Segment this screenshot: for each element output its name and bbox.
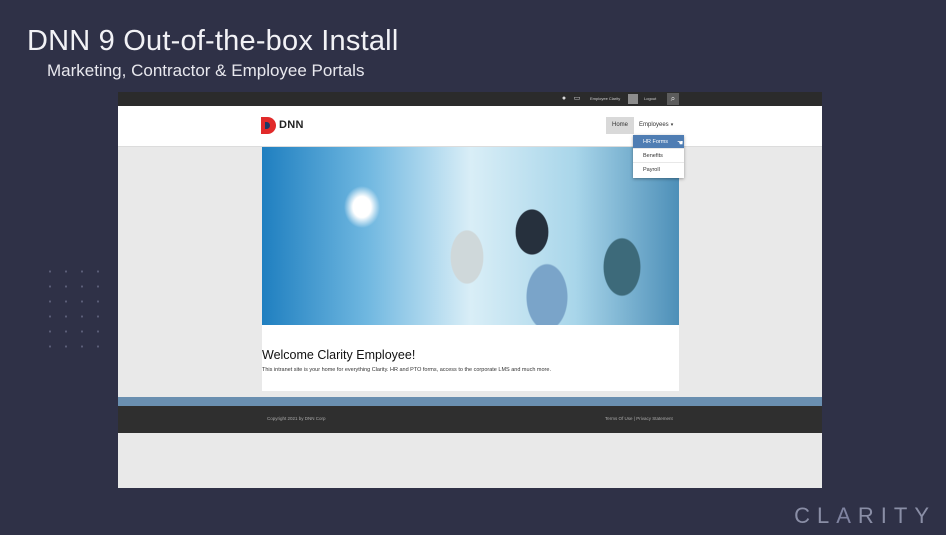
intro-text: This intranet site is your home for ever…: [262, 367, 551, 373]
nav-employees[interactable]: Employees ▾: [639, 117, 683, 134]
dnn-logo-mark-icon: [261, 117, 276, 134]
footer-links: Terms Of Use | Privacy Statement: [605, 416, 673, 421]
main-content: Welcome Clarity Employee! This intranet …: [262, 147, 679, 391]
search-button[interactable]: ⌕: [667, 93, 679, 105]
dnn-logo-text: DNN: [279, 119, 304, 131]
clarity-brand-logo: CLARITY: [794, 503, 936, 528]
site-footer: Copyright 2021 by DNN Corp Terms Of Use …: [118, 406, 822, 433]
welcome-heading: Welcome Clarity Employee!: [262, 348, 416, 362]
nav-employees-label: Employees: [639, 122, 669, 128]
menu-item-benefits[interactable]: Benefits: [633, 149, 684, 163]
logout-link[interactable]: Logout: [644, 95, 656, 103]
website-screenshot: ● ▭ Employee Clarity Logout ⌕ DNN Home E…: [118, 92, 822, 488]
decorative-dot-grid: [42, 264, 112, 348]
slide-title: DNN 9 Out-of-the-box Install: [27, 25, 399, 57]
dnn-logo[interactable]: DNN: [261, 117, 307, 134]
nav-home[interactable]: Home: [606, 117, 634, 134]
footer-accent-stripe: [118, 397, 822, 406]
privacy-statement-link[interactable]: Privacy Statement: [636, 416, 673, 421]
search-icon: ⌕: [670, 94, 676, 103]
menu-item-payroll[interactable]: Payroll: [633, 163, 684, 177]
avatar[interactable]: [628, 94, 638, 104]
slide-subtitle: Marketing, Contractor & Employee Portals: [47, 61, 365, 80]
chat-bubble-icon[interactable]: ●: [560, 95, 568, 103]
hero-image: [262, 147, 679, 325]
mouse-cursor-icon: ☚: [677, 140, 684, 147]
terms-of-use-link[interactable]: Terms Of Use: [605, 416, 633, 421]
footer-separator: |: [633, 416, 635, 421]
site-header: DNN Home Employees ▾: [118, 106, 822, 147]
copyright-text: Copyright 2021 by DNN Corp: [267, 416, 326, 421]
chevron-down-icon: ▾: [670, 122, 674, 128]
user-name-link[interactable]: Employee Clarity: [590, 95, 620, 103]
messages-icon[interactable]: ▭: [573, 95, 581, 103]
control-bar: ● ▭ Employee Clarity Logout ⌕: [118, 92, 822, 106]
employees-dropdown-menu: HR Forms ☚ Benefits Payroll: [633, 135, 684, 178]
